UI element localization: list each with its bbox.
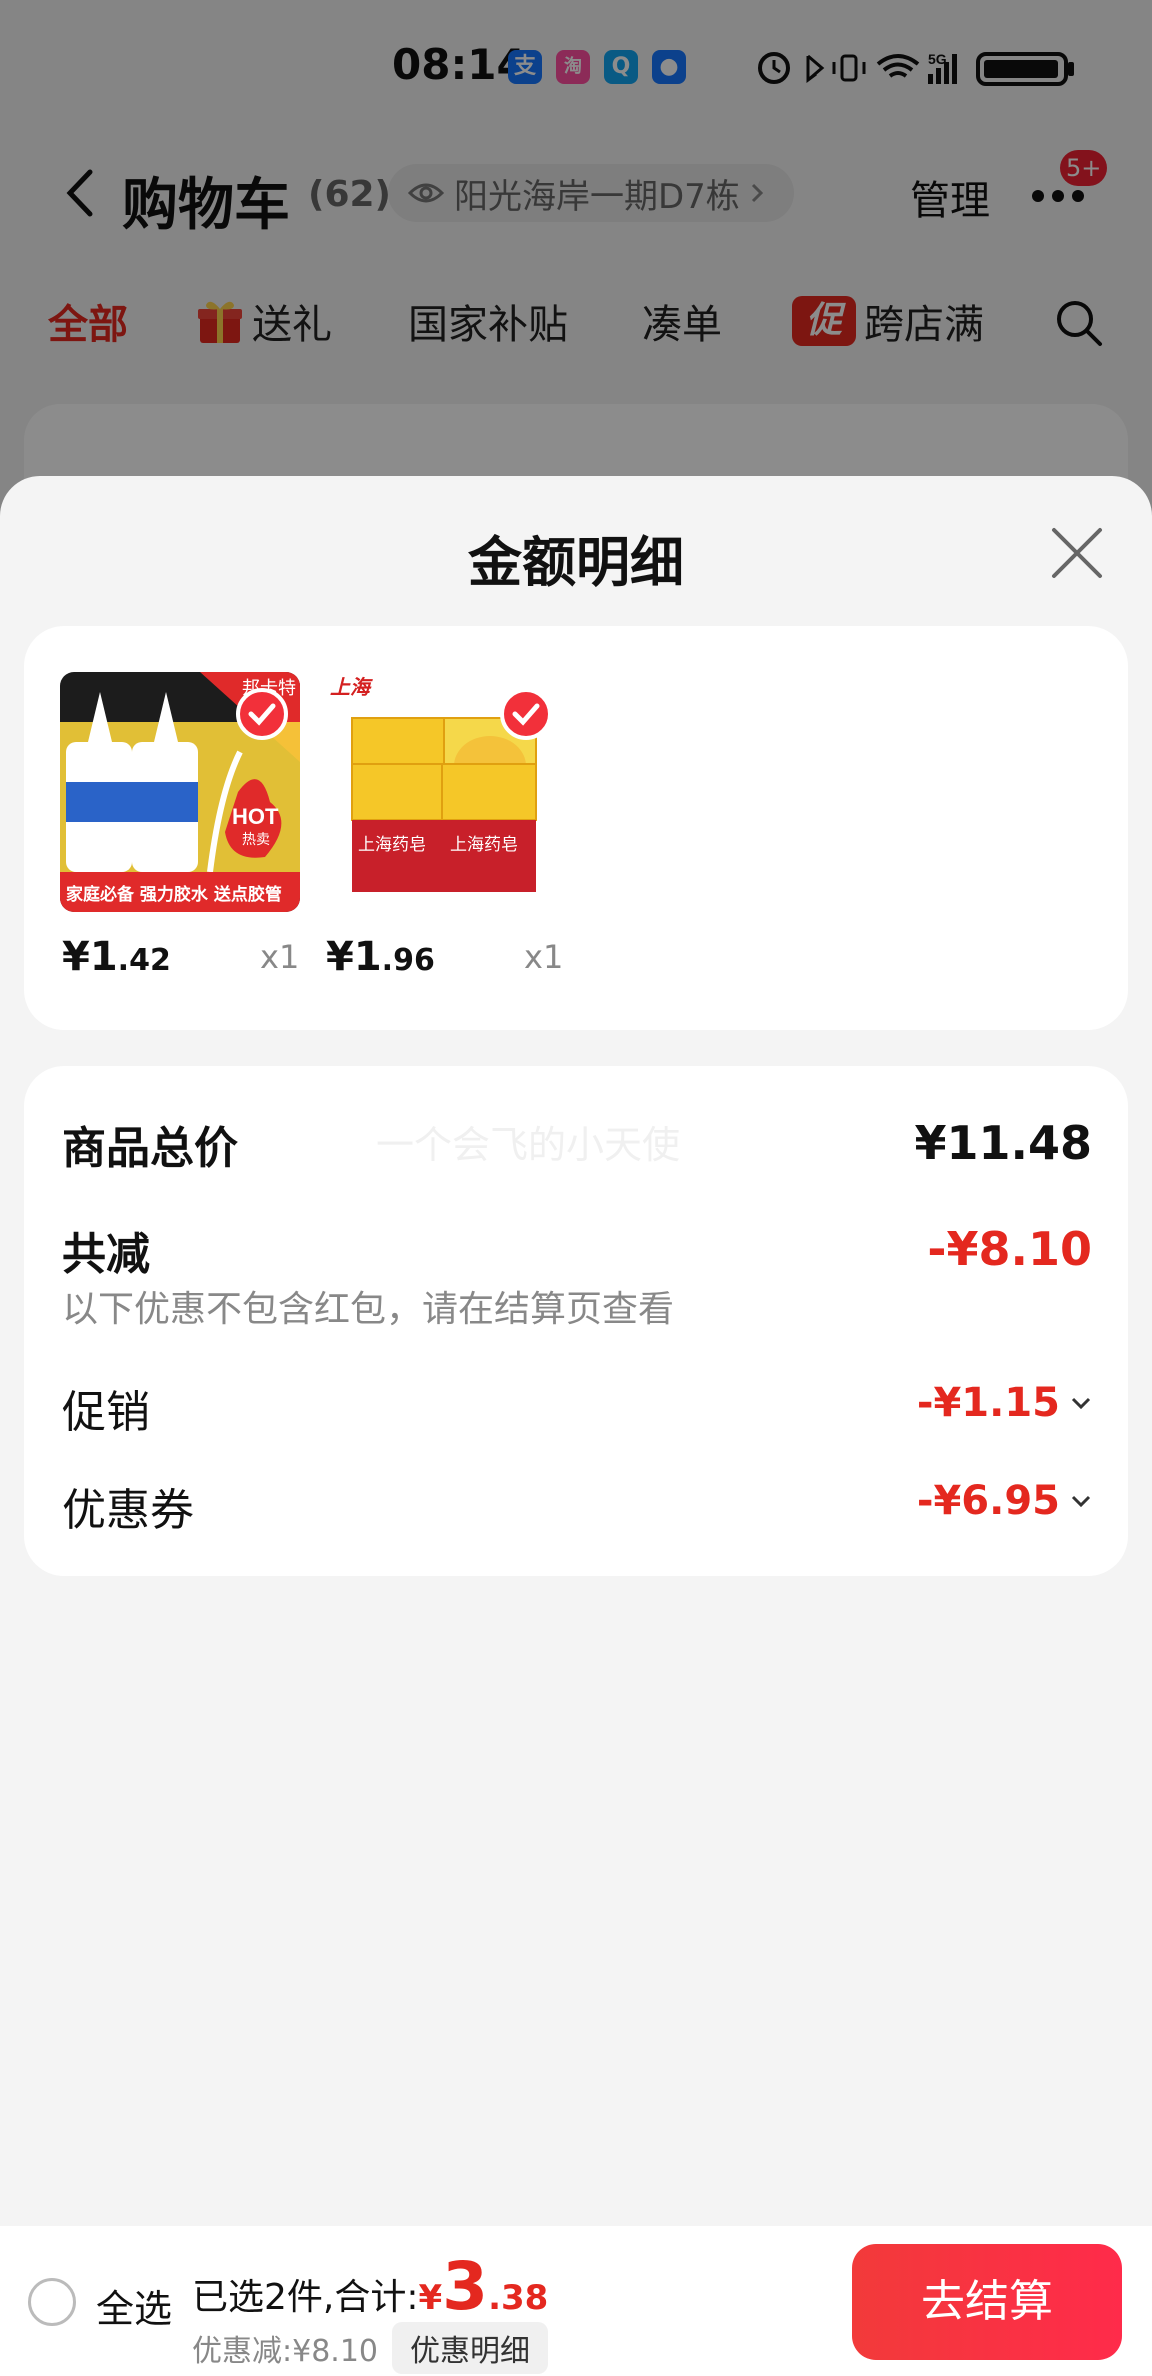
- product-hot-subtag: 热卖: [242, 832, 270, 848]
- price-summary-card: 一个会飞的小天使 商品总价 ¥11.48 共减 -¥8.10 以下优惠不包含红包…: [24, 1066, 1128, 1576]
- selected-total: 已选2件,合计:¥3.38: [192, 2248, 549, 2325]
- total-price-value: ¥11.48: [914, 1116, 1092, 1170]
- product-brand-soap: 上海: [330, 675, 373, 699]
- total-price-label: 商品总价: [62, 1123, 238, 1174]
- product-quantity: x1: [260, 938, 300, 976]
- promotion-value: -¥1.15: [916, 1380, 1060, 1426]
- select-all-label[interactable]: 全选: [96, 2278, 172, 2333]
- product-item[interactable]: 上海 上海药皂 上海药皂 ¥1.96 x1: [324, 672, 574, 980]
- promotion-label: 促销: [62, 1387, 150, 1438]
- coupon-label: 优惠券: [62, 1485, 194, 1536]
- selected-check-icon[interactable]: [500, 688, 552, 740]
- promotion-row[interactable]: -¥1.15: [917, 1380, 1092, 1426]
- product-caption-soap: 上海药皂: [358, 835, 426, 855]
- product-caption-glue: 家庭必备 强力胶水 送点胶管: [66, 884, 282, 905]
- product-caption-soap: 上海药皂: [450, 835, 518, 855]
- chevron-down-icon: [1071, 1495, 1091, 1508]
- product-hot-tag: HOT: [232, 804, 279, 829]
- product-item[interactable]: 邦卡特 HOT 热卖 家庭必备 强力胶水 送点胶管: [60, 672, 310, 980]
- coupon-value: -¥6.95: [916, 1478, 1060, 1524]
- discount-note: 以下优惠不包含红包，请在结算页查看: [62, 1289, 675, 1330]
- coupon-row[interactable]: -¥6.95: [917, 1478, 1092, 1524]
- close-icon[interactable]: [1050, 526, 1104, 580]
- discount-line: 优惠减:¥8.10 优惠明细: [192, 2322, 548, 2374]
- reduction-value: -¥8.10: [927, 1222, 1092, 1276]
- product-price: ¥1.96: [326, 934, 435, 980]
- selected-check-icon[interactable]: [236, 688, 288, 740]
- discount-amount: 优惠减:¥8.10: [192, 2334, 378, 2369]
- product-quantity: x1: [524, 938, 564, 976]
- selected-items-card: 邦卡特 HOT 热卖 家庭必备 强力胶水 送点胶管: [24, 626, 1128, 1030]
- checkout-bar: 全选 已选2件,合计:¥3.38 优惠减:¥8.10 优惠明细 去结算: [0, 2226, 1152, 2376]
- sheet-title: 金额明细: [468, 531, 684, 594]
- checkout-button[interactable]: 去结算: [852, 2244, 1122, 2360]
- discount-detail-button[interactable]: 优惠明细: [392, 2322, 548, 2374]
- chevron-down-icon: [1071, 1397, 1091, 1410]
- amount-detail-sheet: 金额明细 邦卡特 HOT: [0, 476, 1152, 2226]
- product-price: ¥1.42: [62, 934, 171, 980]
- reduction-label: 共减: [62, 1229, 150, 1280]
- watermark-text: 一个会飞的小天使: [376, 1123, 681, 1167]
- select-all-radio[interactable]: [28, 2278, 76, 2326]
